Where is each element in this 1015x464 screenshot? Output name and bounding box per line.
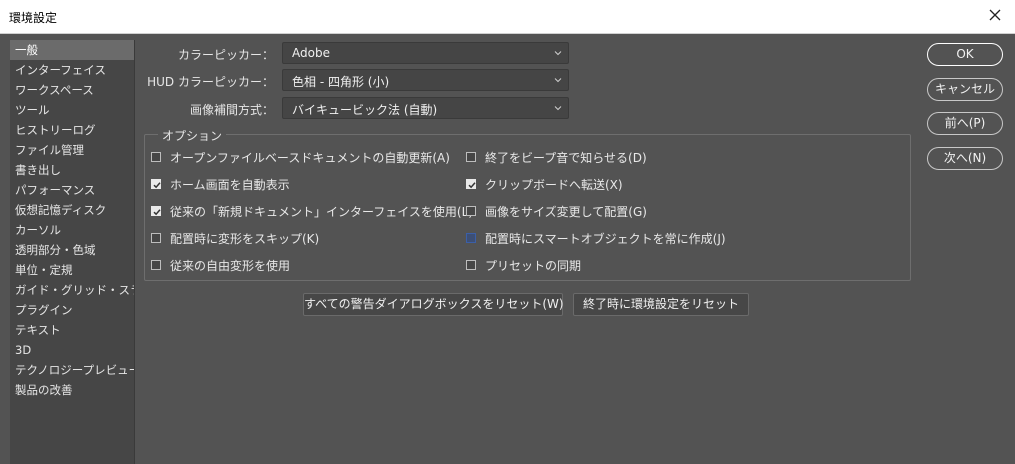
reset-warnings-button[interactable]: すべての警告ダイアログボックスをリセット(W) <box>303 293 564 316</box>
checkbox-box[interactable] <box>151 206 161 216</box>
checkmark-icon <box>153 182 161 189</box>
checkmark-icon <box>468 182 476 189</box>
sidebar-item[interactable]: ガイド・グリッド・スライス <box>10 280 134 300</box>
option-label: 終了をビープ音で知らせる(D) <box>485 150 647 165</box>
hud-picker-value: 色相 - 四角形 (小) <box>292 75 390 89</box>
interp-value: バイキュービック法 (自動) <box>292 103 438 117</box>
option-checkbox[interactable]: 配置時にスマートオブジェクトを常に作成(J) <box>466 229 726 247</box>
category-sidebar: 一般 インターフェイス ワークスペース ツール ヒストリーログ ファイル管理 書き出し パフォ… <box>10 40 135 464</box>
option-label: クリップボードへ転送(X) <box>485 177 623 192</box>
ok-button[interactable]: OK <box>927 43 1003 66</box>
sidebar-item[interactable]: 製品の改善 <box>10 380 134 400</box>
close-button[interactable] <box>983 5 1007 27</box>
option-checkbox[interactable]: 従来の「新規ドキュメント」インターフェイスを使用(L) <box>151 202 473 220</box>
checkbox-box[interactable] <box>466 233 476 243</box>
sidebar-item[interactable]: 仮想記憶ディスク <box>10 200 134 220</box>
checkbox-box[interactable] <box>466 260 476 270</box>
chevron-down-icon <box>554 51 562 56</box>
title-bar: 環境設定 <box>0 0 1015 34</box>
option-label: 配置時に変形をスキップ(K) <box>170 231 320 246</box>
interp-select[interactable]: バイキュービック法 (自動) <box>282 97 569 119</box>
sidebar-item[interactable]: 透明部分・色域 <box>10 240 134 260</box>
sidebar-item[interactable]: ヒストリーログ <box>10 120 134 140</box>
hud-picker-label: HUD カラーピッカー： <box>147 75 274 89</box>
checkbox-box[interactable] <box>151 179 161 189</box>
reset-on-quit-button[interactable]: 終了時に環境設定をリセット <box>573 293 749 316</box>
checkbox-box[interactable] <box>151 233 161 243</box>
sidebar-item[interactable]: カーソル <box>10 220 134 240</box>
sidebar-item[interactable]: インターフェイス <box>10 60 134 80</box>
checkbox-box[interactable] <box>466 152 476 162</box>
window-title: 環境設定 <box>9 11 58 25</box>
sidebar-item[interactable]: 一般 <box>10 40 134 60</box>
chevron-down-icon <box>554 78 562 83</box>
option-label: 従来の自由変形を使用 <box>170 258 291 273</box>
sidebar-item[interactable]: テキスト <box>10 320 134 340</box>
option-label: 従来の「新規ドキュメント」インターフェイスを使用(L) <box>170 204 473 219</box>
next-button[interactable]: 次へ(N) <box>927 147 1003 170</box>
sidebar-item[interactable]: 書き出し <box>10 160 134 180</box>
color-picker-select[interactable]: Adobe <box>282 42 569 64</box>
sidebar-item[interactable]: 3D <box>10 340 134 360</box>
cancel-button[interactable]: キャンセル <box>927 78 1003 101</box>
interp-label: 画像補間方式： <box>189 103 274 117</box>
color-picker-label: カラーピッカー： <box>177 48 274 62</box>
hud-picker-select[interactable]: 色相 - 四角形 (小) <box>282 69 569 91</box>
checkbox-box[interactable] <box>466 179 476 189</box>
option-label: ホーム画面を自動表示 <box>170 177 290 192</box>
sidebar-item[interactable]: プラグイン <box>10 300 134 320</box>
prev-button[interactable]: 前へ(P) <box>927 112 1003 135</box>
option-checkbox[interactable]: 従来の自由変形を使用 <box>151 256 290 274</box>
chevron-down-icon <box>554 106 562 111</box>
color-picker-value: Adobe <box>292 46 330 60</box>
sidebar-item[interactable]: パフォーマンス <box>10 180 134 200</box>
option-checkbox[interactable]: クリップボードへ転送(X) <box>466 175 623 193</box>
close-icon <box>989 9 1001 21</box>
checkbox-box[interactable] <box>466 206 476 216</box>
option-checkbox[interactable]: 終了をビープ音で知らせる(D) <box>466 148 647 166</box>
option-label: 配置時にスマートオブジェクトを常に作成(J) <box>485 231 726 246</box>
option-label: 画像をサイズ変更して配置(G) <box>485 204 647 219</box>
sidebar-item[interactable]: ツール <box>10 100 134 120</box>
option-label: プリセットの同期 <box>485 258 582 273</box>
sidebar-item[interactable]: ファイル管理 <box>10 140 134 160</box>
option-label: オープンファイルベースドキュメントの自動更新(A) <box>170 150 450 165</box>
options-title: オプション <box>158 127 227 144</box>
option-checkbox[interactable]: 画像をサイズ変更して配置(G) <box>466 202 647 220</box>
option-checkbox[interactable]: オープンファイルベースドキュメントの自動更新(A) <box>151 148 450 166</box>
option-checkbox[interactable]: ホーム画面を自動表示 <box>151 175 290 193</box>
sidebar-item[interactable]: 単位・定規 <box>10 260 134 280</box>
sidebar-item[interactable]: ワークスペース <box>10 80 134 100</box>
sidebar-item[interactable]: テクノロジープレビュー <box>10 360 134 380</box>
checkmark-icon <box>153 209 161 216</box>
option-checkbox[interactable]: 配置時に変形をスキップ(K) <box>151 229 319 247</box>
checkbox-box[interactable] <box>151 260 161 270</box>
option-checkbox[interactable]: プリセットの同期 <box>466 256 581 274</box>
checkbox-box[interactable] <box>151 152 161 162</box>
